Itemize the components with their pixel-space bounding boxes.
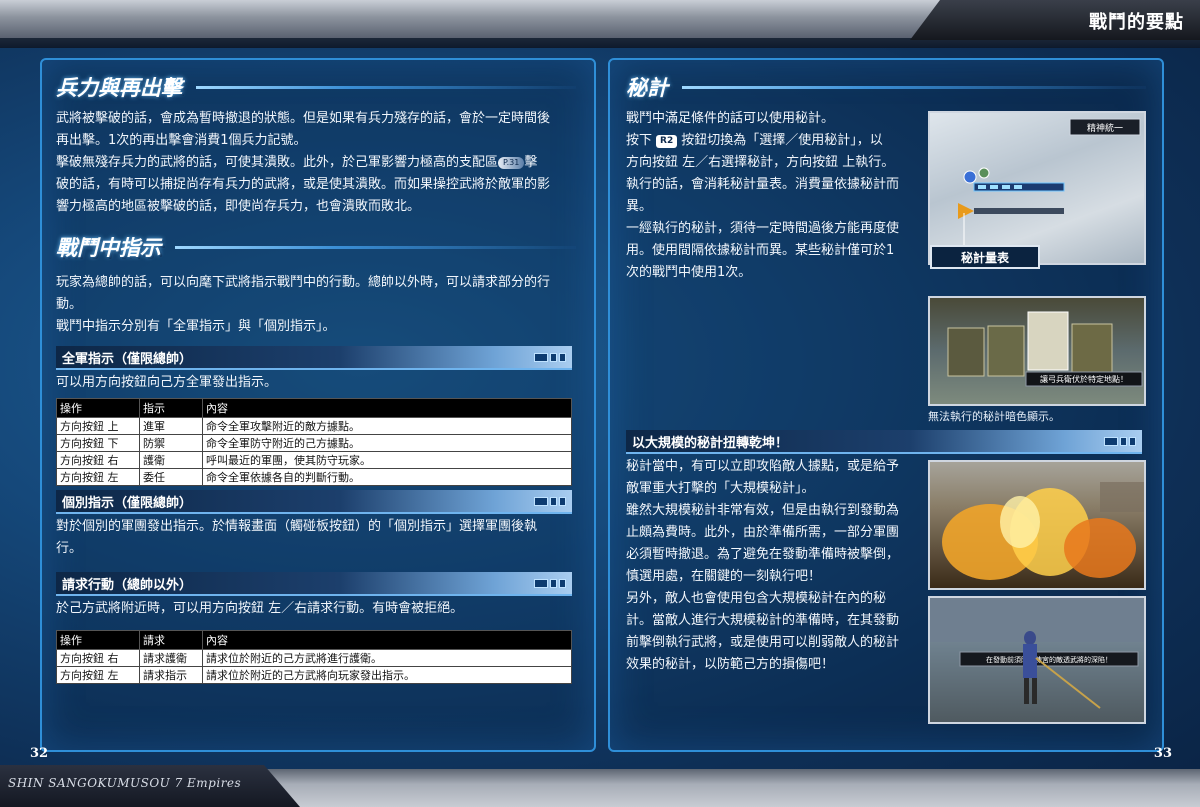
footer-game-title: SHIN SANGOKUMUSOU 7 Empires	[8, 776, 242, 790]
section-forces-text: 武將被擊破的話，會成為暫時撤退的狀態。但是如果有兵力殘存的話，會於一定時間後 再…	[56, 111, 551, 214]
screenshot-strategy-cards: 讓弓兵衛伏於特定地點！	[928, 296, 1146, 406]
page-ref-badge: P.31	[498, 157, 525, 169]
shot2-message: 讓弓兵衛伏於特定地點！	[1040, 374, 1128, 384]
warrior-illustration: 在發動前須防守陳宮的敵透武將的深陷！	[930, 598, 1144, 709]
table-row: 方向按鈕 左 委任 命令全軍依據各自的判斷行動。	[56, 468, 572, 486]
section-orders-text: 玩家為總帥的話，可以向麾下武將指示戰鬥中的行動。總帥以外時，可以請求部分的行 動…	[56, 275, 551, 334]
cards-illustration: 讓弓兵衛伏於特定地點！	[947, 311, 1143, 387]
table-row: 方向按鈕 上 進軍 命令全軍攻擊附近的敵方據點。	[56, 417, 572, 435]
gauge-callout-label: 秘計量表	[930, 245, 1040, 269]
table-row: 方向按鈕 下 防禦 命令全軍防守附近的己方據點。	[56, 434, 572, 452]
table-row: 方向按鈕 左 請求指示 請求位於附近的己方武將向玩家發出指示。	[56, 666, 572, 684]
screenshot-strategy-gauge: 精神統一	[928, 111, 1146, 265]
screenshot-fire-attack	[928, 460, 1146, 590]
individual-orders-text: 對於個別的軍團發出指示。於情報畫面（觸碰板按鈕）的「個別指示」選擇軍團後執 行。	[56, 519, 538, 556]
fire-illustration	[942, 482, 1144, 580]
subsection-bar-army-orders: 全軍指示（僅限總帥）	[56, 346, 572, 370]
table-row: 方向按鈕 右 請求護衛 請求位於附近的己方武將進行護衛。	[56, 649, 572, 667]
r2-button-icon: R2	[656, 135, 678, 148]
shot1-label: 精神統一	[1087, 122, 1123, 134]
page-number-left: 32	[30, 746, 49, 761]
screenshot-enemy-strategy: 在發動前須防守陳宮的敵透武將的深陷！	[928, 596, 1146, 724]
section-title-strategy: 秘計	[626, 72, 1146, 102]
request-action-text: 於己方武將附近時，可以用方向按鈕 左／右請求行動。有時會被拒絕。	[56, 601, 464, 616]
large-strategy-text: 秘計當中，有可以立即攻陷敵人據點，或是給予 敵軍重大打擊的「大規模秘計」。 雖然…	[626, 459, 900, 672]
subsection-bar-individual-orders: 個別指示（僅限總帥）	[56, 490, 572, 514]
request-action-table: 操作 請求 內容 方向按鈕 右 請求護衛 請求位於附近的己方武將進行護衛。 方向…	[56, 630, 572, 684]
army-orders-text: 可以用方向按鈕向己方全軍發出指示。	[56, 375, 278, 390]
subsection-bar-request-action: 請求行動（總帥以外）	[56, 572, 572, 596]
table-row: 方向按鈕 右 護衛 呼叫最近的軍團，使其防守玩家。	[56, 451, 572, 469]
section-title-forces: 兵力與再出擊	[56, 72, 576, 102]
subsection-bar-large-strategy: 以大規模的秘計扭轉乾坤！	[626, 430, 1142, 454]
cards-caption: 無法執行的秘計暗色顯示。	[928, 410, 1060, 423]
army-orders-table: 操作 指示 內容 方向按鈕 上 進軍 命令全軍攻擊附近的敵方據點。 方向按鈕 下…	[56, 398, 572, 486]
page-number-right: 33	[1153, 746, 1172, 761]
gauge-illustration: 精神統一	[958, 118, 1141, 253]
shot4-message: 在發動前須防守陳宮的敵透武將的深陷！	[986, 655, 1112, 664]
section-title-battle-orders: 戰鬥中指示	[56, 232, 576, 262]
header-tab: 戰鬥的要點	[910, 0, 1200, 40]
header-title: 戰鬥的要點	[1089, 12, 1184, 33]
strategy-text: 戰鬥中滿足條件的話可以使用秘計。 按下 R2 按鈕切換為「選擇／使用秘計」，以 方向…	[626, 111, 900, 280]
